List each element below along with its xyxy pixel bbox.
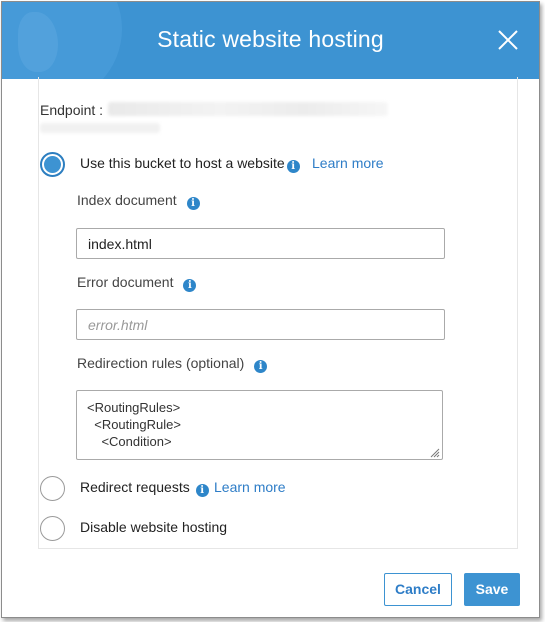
option-host-website-label: Use this bucket to host a website — [80, 155, 285, 171]
endpoint-value-redacted-line2 — [40, 123, 160, 133]
learn-more-link-redirect[interactable]: Learn more — [214, 479, 286, 495]
learn-more-link-host[interactable]: Learn more — [312, 155, 384, 171]
redirection-rules-textarea[interactable]: <RoutingRules> <RoutingRule> <Condition> — [76, 390, 443, 460]
radio-disable-hosting[interactable] — [40, 516, 65, 541]
dialog-title: Static website hosting — [157, 26, 384, 52]
endpoint-label: Endpoint : — [40, 102, 104, 118]
index-document-input[interactable] — [76, 228, 445, 259]
close-icon[interactable] — [497, 29, 519, 51]
error-document-input[interactable] — [76, 309, 445, 340]
redirection-rules-label: Redirection rules (optional) — [77, 355, 245, 371]
dialog-header: Static website hosting — [2, 2, 539, 79]
index-document-field: Index document i — [77, 192, 200, 210]
option-host-website: Use this bucket to host a website i — [80, 155, 300, 173]
endpoint-value-redacted — [108, 102, 388, 116]
radio-redirect-requests[interactable] — [40, 476, 65, 501]
info-icon[interactable]: i — [195, 484, 209, 497]
info-icon[interactable]: i — [286, 160, 300, 173]
cancel-button[interactable]: Cancel — [384, 573, 452, 606]
info-icon[interactable]: i — [254, 360, 268, 373]
error-document-field: Error document i — [77, 274, 197, 292]
option-disable-hosting-label: Disable website hosting — [80, 519, 228, 535]
error-document-label: Error document — [77, 274, 174, 290]
index-document-label: Index document — [77, 192, 177, 208]
save-button[interactable]: Save — [464, 573, 520, 606]
endpoint-row: Endpoint : — [40, 102, 103, 118]
option-redirect-requests: Redirect requests i — [80, 479, 209, 497]
redirection-rules-field: Redirection rules (optional) i — [77, 355, 268, 373]
radio-host-website[interactable] — [40, 152, 65, 177]
resize-grip-icon[interactable] — [428, 446, 440, 458]
info-icon[interactable]: i — [183, 279, 197, 292]
option-redirect-requests-label: Redirect requests — [80, 479, 190, 495]
info-icon[interactable]: i — [186, 197, 200, 210]
